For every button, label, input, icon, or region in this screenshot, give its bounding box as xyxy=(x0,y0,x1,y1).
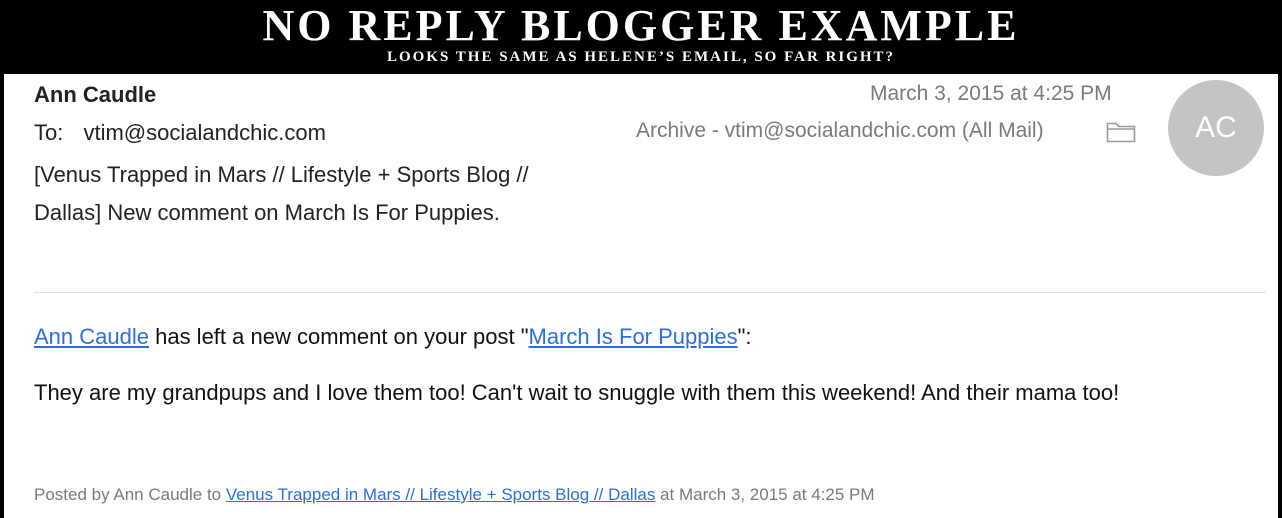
to-label: To: xyxy=(34,120,64,145)
blog-link[interactable]: Venus Trapped in Mars // Lifestyle + Spo… xyxy=(226,485,655,504)
comment-text: They are my grandpups and I love them to… xyxy=(34,380,1120,405)
comment-notice: Ann Caudle has left a new comment on you… xyxy=(34,324,752,350)
mailbox-label: Archive - vtim@socialandchic.com (All Ma… xyxy=(636,119,1044,142)
avatar: AC xyxy=(1168,80,1264,176)
commenter-link[interactable]: Ann Caudle xyxy=(34,324,149,349)
posted-by-suffix: at March 3, 2015 at 4:25 PM xyxy=(655,485,875,504)
posted-by-line: Posted by Ann Caudle to Venus Trapped in… xyxy=(34,485,875,505)
email-subject: [Venus Trapped in Mars // Lifestyle + Sp… xyxy=(34,162,529,225)
banner-subtitle: LOOKS THE SAME AS HELENE’S EMAIL, SO FAR… xyxy=(386,49,896,65)
header-divider xyxy=(34,292,1266,293)
sender-name: Ann Caudle xyxy=(34,82,157,107)
email-date: March 3, 2015 at 4:25 PM xyxy=(870,82,1112,105)
post-link[interactable]: March Is For Puppies xyxy=(529,324,738,349)
banner-title: NO REPLY BLOGGER EXAMPLE xyxy=(262,1,1020,50)
folder-icon[interactable] xyxy=(1106,119,1136,143)
posted-by-prefix: Posted by Ann Caudle to xyxy=(34,485,226,504)
recipient-address[interactable]: vtim@socialandchic.com xyxy=(83,120,325,145)
comment-intro-text: has left a new comment on your post " xyxy=(148,324,529,349)
recipient-row: To: vtim@socialandchic.com xyxy=(34,120,326,146)
email-view: Ann Caudle To: vtim@socialandchic.com [V… xyxy=(0,74,1282,518)
comment-intro-end: ": xyxy=(737,324,752,349)
banner: NO REPLY BLOGGER EXAMPLE LOOKS THE SAME … xyxy=(0,0,1282,74)
